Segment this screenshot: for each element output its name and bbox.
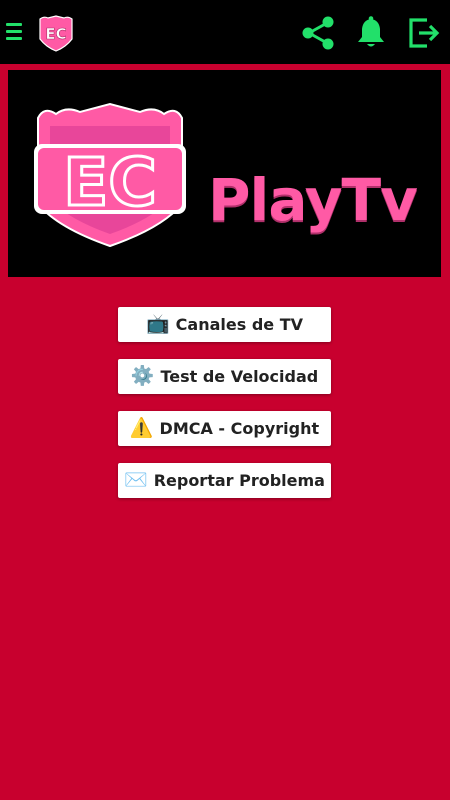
channels-button[interactable]: 📺 Canales de TV <box>118 307 331 342</box>
banner-logo-text: EC <box>63 144 157 221</box>
bell-icon[interactable] <box>352 14 390 52</box>
exit-icon[interactable] <box>405 14 443 52</box>
dmca-label: DMCA - Copyright <box>159 419 320 438</box>
speed-test-label: Test de Velocidad <box>160 367 319 386</box>
warning-icon: ⚠️ <box>129 417 154 439</box>
share-icon[interactable] <box>299 14 337 52</box>
tv-icon: 📺 <box>146 313 170 335</box>
top-app-bar: EC <box>0 0 450 64</box>
gear-icon: ⚙️ <box>130 365 155 387</box>
dmca-button[interactable]: ⚠️ DMCA - Copyright <box>118 411 331 446</box>
ec-logo-icon: EC <box>39 15 73 52</box>
app-title: PlayTv <box>208 166 418 234</box>
hamburger-icon[interactable] <box>6 23 22 41</box>
channels-label: Canales de TV <box>175 315 303 334</box>
ec-shield-logo: EC <box>34 102 186 248</box>
report-problem-button[interactable]: ✉️ Reportar Problema <box>118 463 331 498</box>
speed-test-button[interactable]: ⚙️ Test de Velocidad <box>118 359 331 394</box>
hero-banner: EC PlayTv <box>8 70 441 277</box>
envelope-icon: ✉️ <box>124 469 148 491</box>
report-problem-label: Reportar Problema <box>153 471 325 490</box>
ec-logo-text: EC <box>45 25 66 43</box>
